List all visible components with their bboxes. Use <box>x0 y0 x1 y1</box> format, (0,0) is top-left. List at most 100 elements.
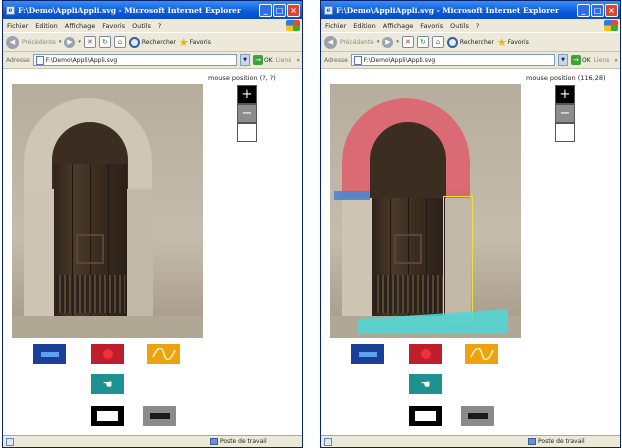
home-icon[interactable]: ⌂ <box>113 36 126 48</box>
go-button[interactable]: → OK <box>571 55 591 65</box>
home-icon[interactable]: ⌂ <box>431 36 444 48</box>
maximize-button[interactable]: □ <box>273 3 286 17</box>
zoom-in-button[interactable]: + <box>555 85 575 104</box>
close-button[interactable]: × <box>287 3 300 17</box>
back-history-dropdown[interactable]: ▾ <box>377 39 380 45</box>
go-label: OK <box>582 56 591 64</box>
circle-tool-button[interactable] <box>409 344 442 364</box>
minimize-button[interactable]: _ <box>259 3 272 17</box>
links-label[interactable]: Liens <box>594 57 610 64</box>
curve-icon <box>469 348 494 360</box>
fill-black-button[interactable] <box>409 406 442 426</box>
address-bar: Adresse F:\Demo\Appli\Appli.svg ▼ → OK L… <box>3 52 302 69</box>
chevron-right-icon[interactable]: » <box>614 57 618 64</box>
rectangle-icon <box>358 351 377 357</box>
forward-icon[interactable]: ▶ <box>64 36 76 48</box>
address-value: F:\Demo\Appli\Appli.svg <box>45 56 118 64</box>
blank-tool-button[interactable] <box>555 123 575 142</box>
fill-black-button[interactable] <box>91 406 124 426</box>
svg-content-area: mouse position (?, ?) + − ☚ <box>3 69 302 435</box>
blue-rect-highlight[interactable] <box>334 191 370 200</box>
toolbar: ◀ Précédente ▾ ▶ ▾ ✕ ↻ ⌂ Rechercher ★ Fa… <box>321 32 620 52</box>
menu-favoris[interactable]: Favoris <box>420 22 443 30</box>
forward-history-dropdown[interactable]: ▾ <box>396 39 399 45</box>
refresh-icon[interactable]: ↻ <box>416 36 429 48</box>
go-button[interactable]: → OK <box>253 55 273 65</box>
refresh-icon[interactable]: ↻ <box>98 36 111 48</box>
back-label[interactable]: Précédente <box>22 39 56 46</box>
back-icon[interactable]: ◀ <box>324 35 337 49</box>
blank-tool-button[interactable] <box>237 123 257 142</box>
door-photo[interactable] <box>330 84 521 338</box>
address-dropdown[interactable]: ▼ <box>558 54 569 66</box>
menu-bar: Fichier Edition Affichage Favoris Outils… <box>3 19 302 32</box>
menu-fichier[interactable]: Fichier <box>7 22 28 30</box>
links-label[interactable]: Liens <box>276 57 292 64</box>
computer-icon <box>528 438 536 445</box>
zoom-out-button[interactable]: − <box>555 104 575 123</box>
forward-history-dropdown[interactable]: ▾ <box>78 39 81 45</box>
minus-icon: − <box>559 106 571 121</box>
zoom-out-button[interactable]: − <box>237 104 257 123</box>
address-value: F:\Demo\Appli\Appli.svg <box>363 56 436 64</box>
go-arrow-icon: → <box>571 55 582 65</box>
plus-icon: + <box>241 87 253 102</box>
address-input[interactable]: F:\Demo\Appli\Appli.svg <box>32 54 238 66</box>
fill-gray-button[interactable] <box>461 406 494 426</box>
curve-tool-button[interactable] <box>147 344 180 364</box>
search-button[interactable]: Rechercher <box>128 36 176 48</box>
favorites-button[interactable]: ★ Favoris <box>179 37 211 48</box>
circle-tool-button[interactable] <box>91 344 124 364</box>
svg-content-area: mouse position (116,28) + − ☚ <box>321 69 620 435</box>
select-tool-button[interactable]: ☚ <box>91 374 124 394</box>
toolbar: ◀ Précédente ▾ ▶ ▾ ✕ ↻ ⌂ Rechercher ★ Fa… <box>3 32 302 52</box>
forward-icon[interactable]: ▶ <box>382 36 394 48</box>
address-label: Adresse <box>6 56 30 64</box>
maximize-button[interactable]: □ <box>591 3 604 17</box>
menu-help[interactable]: ? <box>158 22 161 30</box>
page-status-icon <box>6 437 14 446</box>
menu-fichier[interactable]: Fichier <box>325 22 346 30</box>
menu-favoris[interactable]: Favoris <box>102 22 125 30</box>
menu-affichage[interactable]: Affichage <box>65 22 96 30</box>
rectangle-tool-button[interactable] <box>351 344 384 364</box>
page-icon <box>35 55 44 65</box>
door-photo[interactable] <box>12 84 203 338</box>
close-button[interactable]: × <box>605 3 618 17</box>
minimize-button[interactable]: _ <box>577 3 590 17</box>
curve-tool-button[interactable] <box>465 344 498 364</box>
computer-icon <box>210 438 218 445</box>
menu-help[interactable]: ? <box>476 22 479 30</box>
star-icon: ★ <box>178 35 189 49</box>
rectangle-tool-button[interactable] <box>33 344 66 364</box>
stop-icon[interactable]: ✕ <box>401 36 414 48</box>
arch-highlight[interactable] <box>342 98 470 198</box>
zoom-tools: + − <box>555 85 575 142</box>
title-bar[interactable]: e F:\Demo\AppliAppli.svg - Microsoft Int… <box>321 1 620 19</box>
fill-gray-button[interactable] <box>143 406 176 426</box>
zoom-in-button[interactable]: + <box>237 85 257 104</box>
hand-cursor-icon: ☚ <box>420 377 431 391</box>
windows-logo-icon <box>604 20 618 31</box>
menu-edition[interactable]: Edition <box>35 22 58 30</box>
search-button[interactable]: Rechercher <box>446 36 494 48</box>
stop-icon[interactable]: ✕ <box>83 36 96 48</box>
menu-affichage[interactable]: Affichage <box>383 22 414 30</box>
yellow-outline-highlight[interactable] <box>443 196 473 322</box>
chevron-right-icon[interactable]: » <box>296 57 300 64</box>
favorites-button[interactable]: ★ Favoris <box>497 37 529 48</box>
stone-step <box>12 316 203 338</box>
address-input[interactable]: F:\Demo\Appli\Appli.svg <box>350 54 556 66</box>
back-label[interactable]: Précédente <box>340 39 374 46</box>
security-zone: Poste de travail <box>528 438 585 445</box>
menu-outils[interactable]: Outils <box>132 22 151 30</box>
menu-outils[interactable]: Outils <box>450 22 469 30</box>
title-bar[interactable]: e F:\Demo\AppliAppli.svg - Microsoft Int… <box>3 1 302 19</box>
select-tool-button[interactable]: ☚ <box>409 374 442 394</box>
back-icon[interactable]: ◀ <box>6 35 19 49</box>
back-history-dropdown[interactable]: ▾ <box>59 39 62 45</box>
menu-edition[interactable]: Edition <box>353 22 376 30</box>
address-dropdown[interactable]: ▼ <box>240 54 251 66</box>
status-bar: Poste de travail <box>3 435 302 447</box>
star-icon: ★ <box>496 35 507 49</box>
